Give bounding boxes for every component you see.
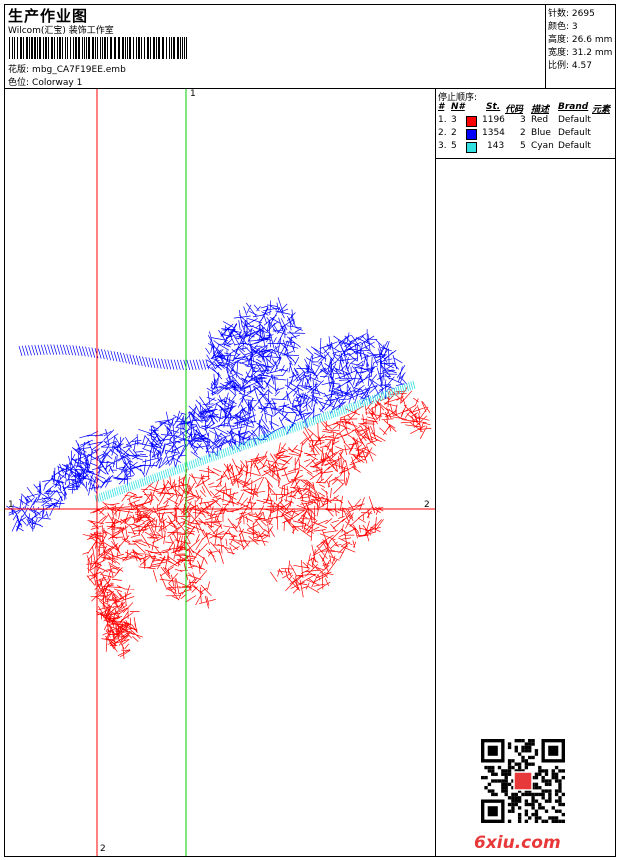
table-row: 1. 3 1196 3 Red Default	[436, 115, 615, 128]
stat-label: 高度:	[548, 35, 570, 45]
col-header-element: 元素	[592, 105, 611, 115]
stat-label: 宽度:	[548, 48, 570, 58]
stat-value: 2695	[571, 9, 595, 19]
production-worksheet: 生产作业图 Wilcom(汇宝) 装饰工作室 花版: mbg_CA7F19EE.e…	[4, 4, 616, 857]
colorway-label: 色位:	[8, 78, 30, 88]
row-brand: Default	[558, 128, 591, 138]
col-header-code: 代码	[505, 105, 524, 115]
row-stitches: 1196	[482, 115, 505, 125]
stat-value: 3	[571, 22, 578, 32]
color-swatch	[466, 142, 477, 153]
stat-value: 26.6 mm	[571, 35, 613, 45]
color-swatch	[466, 116, 477, 127]
col-header-needle: N#	[451, 102, 465, 112]
table-row: 3. 5 143 5 Cyan Default	[436, 141, 615, 154]
row-code: 3	[520, 115, 526, 125]
row-description: Red	[531, 115, 549, 125]
row-code: 2	[520, 128, 526, 138]
stat-width: 宽度: 31.2 mm	[548, 45, 612, 58]
row-needle: 3	[451, 115, 457, 125]
row-stitches: 1354	[482, 128, 505, 138]
stat-colors: 颜色: 3	[548, 19, 578, 32]
stat-label: 比例:	[548, 61, 570, 71]
design-label: 花版:	[8, 65, 30, 75]
col-header-description: 描述	[531, 105, 550, 115]
row-needle: 5	[451, 141, 457, 151]
stat-height: 高度: 26.6 mm	[548, 32, 612, 45]
header-info: 生产作业图 Wilcom(汇宝) 装饰工作室 花版: mbg_CA7F19EE.e…	[5, 5, 546, 89]
row-index: 3.	[438, 141, 447, 151]
qr-code	[481, 739, 565, 823]
stop-sequence-table: 停止顺序: # N# St. 代码 描述 Brand 元素 1. 3 1196 …	[436, 89, 615, 159]
row-index: 1.	[438, 115, 447, 125]
col-header-brand: Brand	[558, 102, 589, 112]
colorway-value: Colorway 1	[32, 78, 83, 88]
stop-sequence-panel: 停止顺序: # N# St. 代码 描述 Brand 元素 1. 3 1196 …	[436, 89, 615, 856]
stat-value: 4.57	[571, 61, 592, 71]
stat-scale: 比例: 4.57	[548, 58, 592, 71]
row-brand: Default	[558, 141, 591, 151]
row-brand: Default	[558, 115, 591, 125]
col-header-index: #	[438, 102, 445, 112]
embroidery-preview	[5, 89, 435, 856]
design-line: 花版: mbg_CA7F19EE.emb	[8, 62, 126, 75]
stat-value: 31.2 mm	[571, 48, 613, 58]
row-description: Blue	[531, 128, 551, 138]
stat-stitches: 针数: 2695	[548, 6, 595, 19]
stat-label: 针数:	[548, 9, 570, 19]
colorway-line: 色位: Colorway 1	[8, 75, 82, 88]
stat-label: 颜色:	[548, 22, 570, 32]
table-row: 2. 2 1354 2 Blue Default	[436, 128, 615, 141]
axis-x-right-label: 2	[424, 500, 430, 510]
company-name: Wilcom(汇宝) 装饰工作室	[8, 26, 114, 36]
row-description: Cyan	[531, 141, 554, 151]
design-stats: 针数: 2695 颜色: 3 高度: 26.6 mm 宽度: 31.2 mm 比…	[546, 5, 615, 89]
row-index: 2.	[438, 128, 447, 138]
axis-y-top-label: 1	[190, 89, 196, 99]
axis-x-left-label: 1	[8, 500, 14, 510]
design-canvas: 1 2 1 2	[5, 89, 436, 856]
row-code: 5	[520, 141, 526, 151]
row-stitches: 143	[487, 141, 505, 151]
watermark-logo: 6xiu.com	[474, 833, 561, 853]
col-header-stitches: St.	[486, 102, 501, 112]
axis-y-bottom-label: 2	[100, 844, 106, 854]
design-file: mbg_CA7F19EE.emb	[32, 65, 126, 75]
barcode	[9, 37, 187, 59]
color-swatch	[466, 129, 477, 140]
row-needle: 2	[451, 128, 457, 138]
